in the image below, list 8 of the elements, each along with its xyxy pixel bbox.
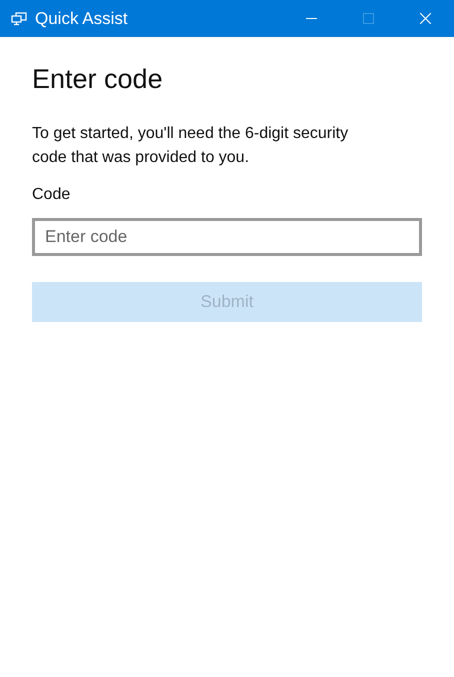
close-icon [420, 13, 431, 24]
window-title: Quick Assist [35, 8, 128, 28]
page-heading: Enter code [32, 64, 164, 95]
maximize-icon [363, 13, 374, 24]
instructions-text: To get started, you'll need the 6-digit security code that was provided to you. [32, 124, 350, 168]
monitors-icon [11, 12, 27, 26]
code-label: Code [32, 186, 72, 204]
code-input-field[interactable]: Enter code [32, 218, 422, 256]
